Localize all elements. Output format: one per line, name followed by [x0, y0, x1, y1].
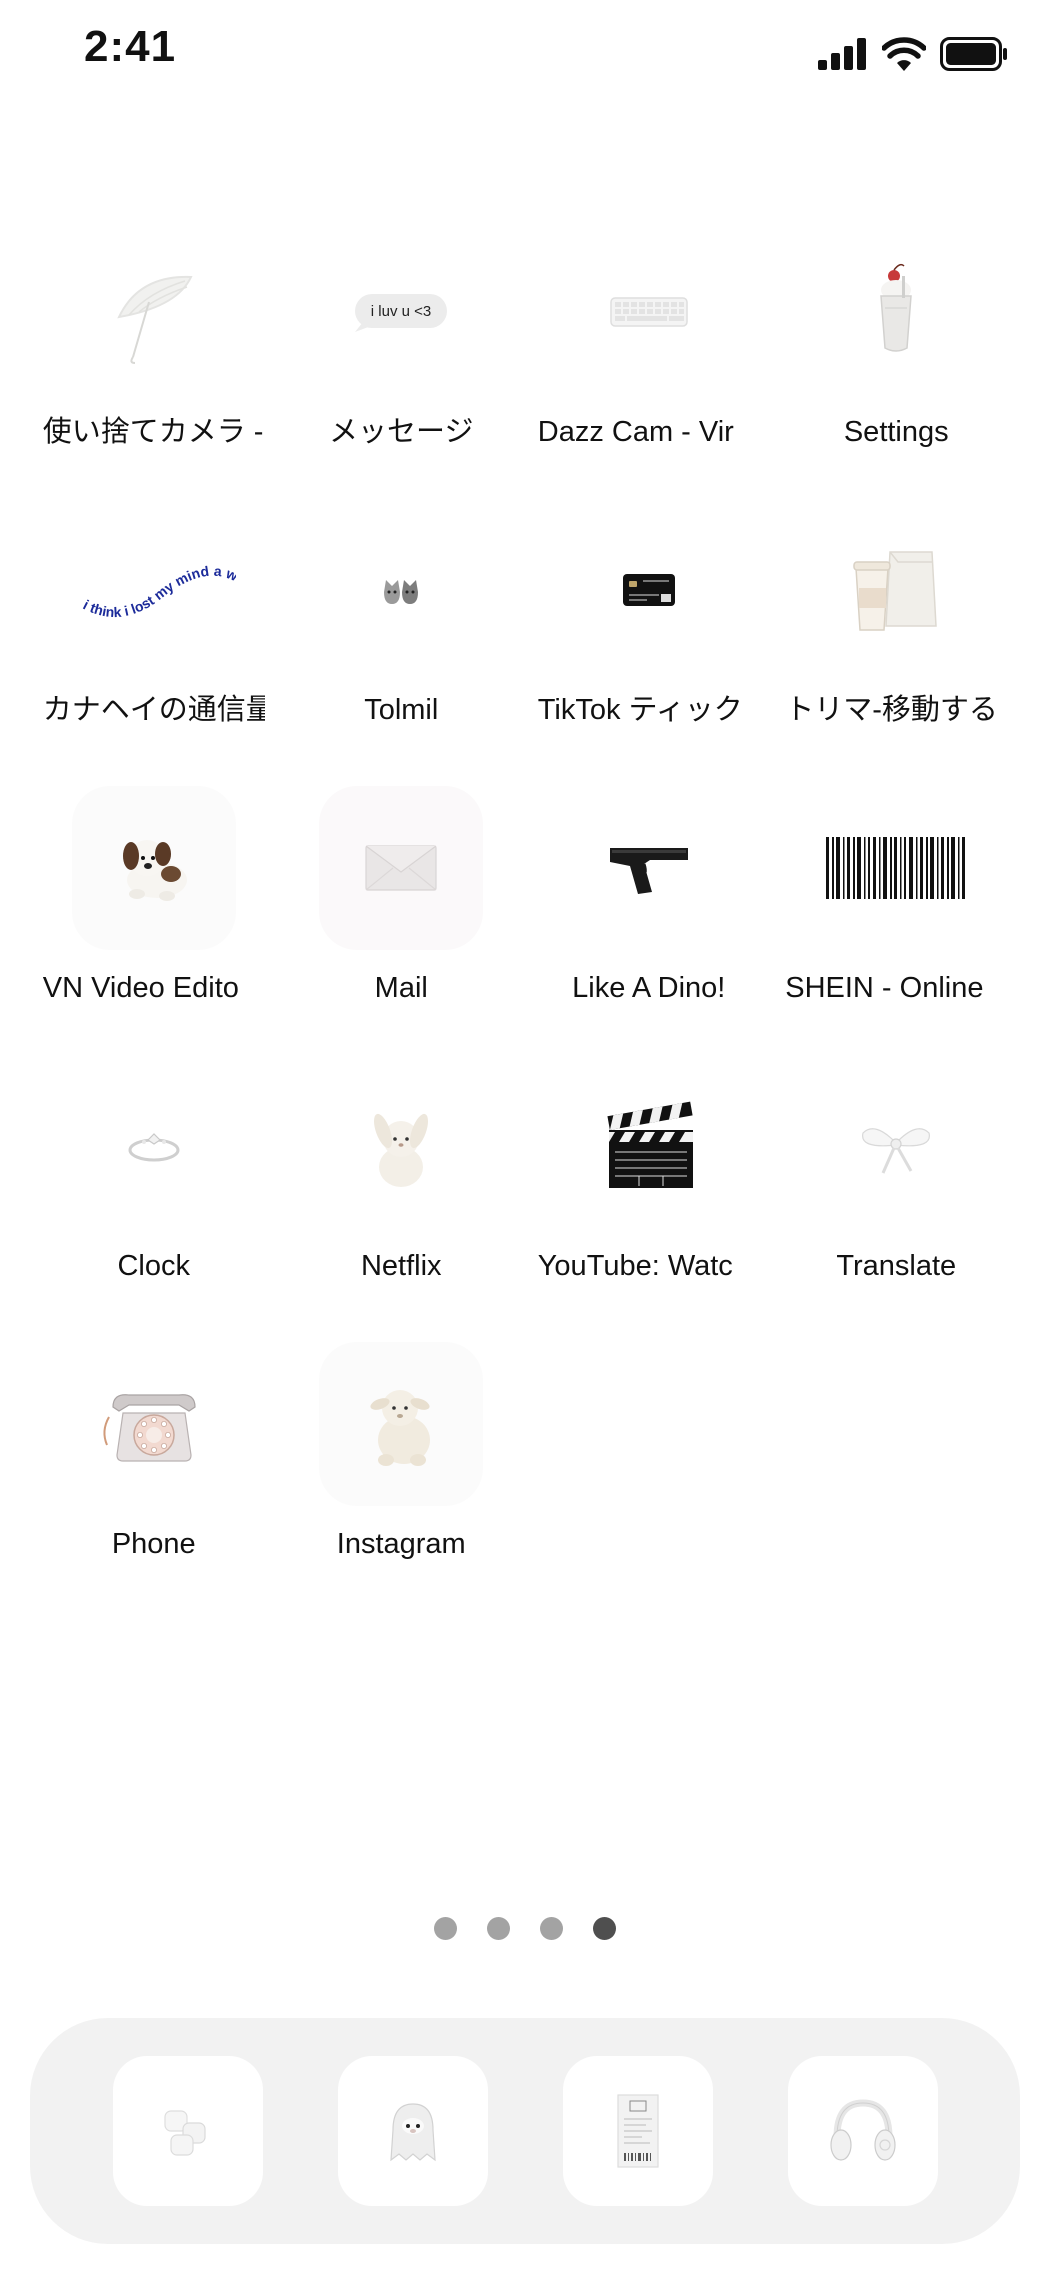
receipt-icon [617, 2094, 659, 2168]
app-netflix[interactable]: Netflix [278, 1064, 526, 1342]
plush-lamb-icon [319, 1342, 484, 1506]
app-label: Instagram [336, 1528, 466, 1560]
app-label: YouTube: Watc [537, 1250, 733, 1282]
dock-app-1[interactable] [113, 2056, 263, 2206]
plush-bunny-icon [319, 1064, 484, 1228]
app-kanahei-data[interactable]: i think i lost my mind a while ago カナヘイの… [30, 508, 278, 786]
battery-icon [940, 37, 1007, 71]
ribbon-bow-icon [814, 1064, 979, 1228]
dock-app-3[interactable] [563, 2056, 713, 2206]
app-label: カナヘイの通信量 [42, 694, 265, 726]
dock-app-4[interactable] [788, 2056, 938, 2206]
wavy-text-path: i think i lost my mind a while ago [72, 540, 236, 620]
app-phone[interactable]: Phone [30, 1342, 278, 1620]
dock [30, 2018, 1020, 2244]
page-indicator[interactable] [0, 1917, 1050, 1940]
cellular-signal-icon [818, 38, 866, 70]
app-label: SHEIN - Online [785, 972, 984, 1004]
keyboard-icon [566, 230, 731, 394]
page-dot-4[interactable] [593, 1917, 616, 1940]
app-label: TikTok ティック [537, 694, 743, 726]
app-label: 使い捨てカメラ - [42, 416, 264, 448]
headphones-icon [830, 2099, 896, 2161]
app-clock[interactable]: Clock [30, 1064, 278, 1342]
app-label: Netflix [360, 1250, 442, 1282]
app-tolmil[interactable]: Tolmil [278, 508, 526, 786]
pistol-icon [566, 786, 731, 950]
app-label: Clock [117, 1250, 190, 1282]
ring-icon [71, 1064, 236, 1228]
clapperboard-icon [566, 1064, 731, 1228]
wavy-text-icon: i think i lost my mind a while ago [71, 508, 236, 672]
app-disposable-camera[interactable]: 使い捨てカメラ - [30, 230, 278, 508]
app-torima[interactable]: トリマ-移動する [773, 508, 1021, 786]
app-mail[interactable]: Mail [278, 786, 526, 1064]
app-label: Dazz Cam - Vir [537, 416, 734, 448]
app-vn-video-editor[interactable]: VN Video Edito [30, 786, 278, 1064]
status-icons [818, 34, 1008, 74]
page-dot-1[interactable] [434, 1917, 457, 1940]
app-youtube[interactable]: YouTube: Watc [525, 1064, 773, 1342]
credit-card-icon [566, 508, 731, 672]
rotary-phone-icon [71, 1342, 236, 1506]
speech-bubble-icon: i luv u <3 [319, 230, 484, 394]
coffee-bag-icon [814, 508, 979, 672]
page-dot-2[interactable] [487, 1917, 510, 1940]
umbrella-icon [71, 230, 236, 394]
status-bar: 2:41 [0, 0, 1050, 110]
app-label: Translate [836, 1250, 957, 1282]
app-settings[interactable]: Settings [773, 230, 1021, 508]
app-like-a-dino[interactable]: Like A Dino! [525, 786, 773, 1064]
barcode-icon [814, 786, 979, 950]
app-label: Mail [374, 972, 428, 1004]
milkshake-icon [814, 230, 979, 394]
app-tiktok[interactable]: TikTok ティック [525, 508, 773, 786]
wavy-text: i think i lost my mind a while ago [72, 540, 236, 620]
app-label: VN Video Edito [42, 972, 239, 1004]
app-messages[interactable]: i luv u <3 メッセージ [278, 230, 526, 508]
app-label: Like A Dino! [572, 972, 726, 1004]
app-instagram[interactable]: Instagram [278, 1342, 526, 1620]
envelope-icon [319, 786, 484, 950]
plush-dog-icon [71, 786, 236, 950]
cat-icon [319, 508, 484, 672]
status-time: 2:41 [84, 22, 177, 71]
app-label: Tolmil [364, 694, 439, 726]
app-shein[interactable]: SHEIN - Online [773, 786, 1021, 1064]
marshmallows-icon [164, 2110, 206, 2156]
app-label: メッセージ [329, 416, 474, 448]
wifi-icon [882, 37, 926, 71]
page-dot-3[interactable] [540, 1917, 563, 1940]
app-label: Settings [843, 416, 949, 448]
app-label: Phone [111, 1528, 196, 1560]
app-translate[interactable]: Translate [773, 1064, 1021, 1342]
dock-app-2[interactable] [338, 2056, 488, 2206]
app-grid: 使い捨てカメラ - i luv u <3 メッセージ Dazz Cam - Vi… [30, 230, 1020, 1620]
app-label: トリマ-移動する [785, 694, 998, 726]
ghost-icon [390, 2103, 436, 2162]
app-dazz-cam[interactable]: Dazz Cam - Vir [525, 230, 773, 508]
speech-bubble-text: i luv u <3 [371, 303, 431, 320]
